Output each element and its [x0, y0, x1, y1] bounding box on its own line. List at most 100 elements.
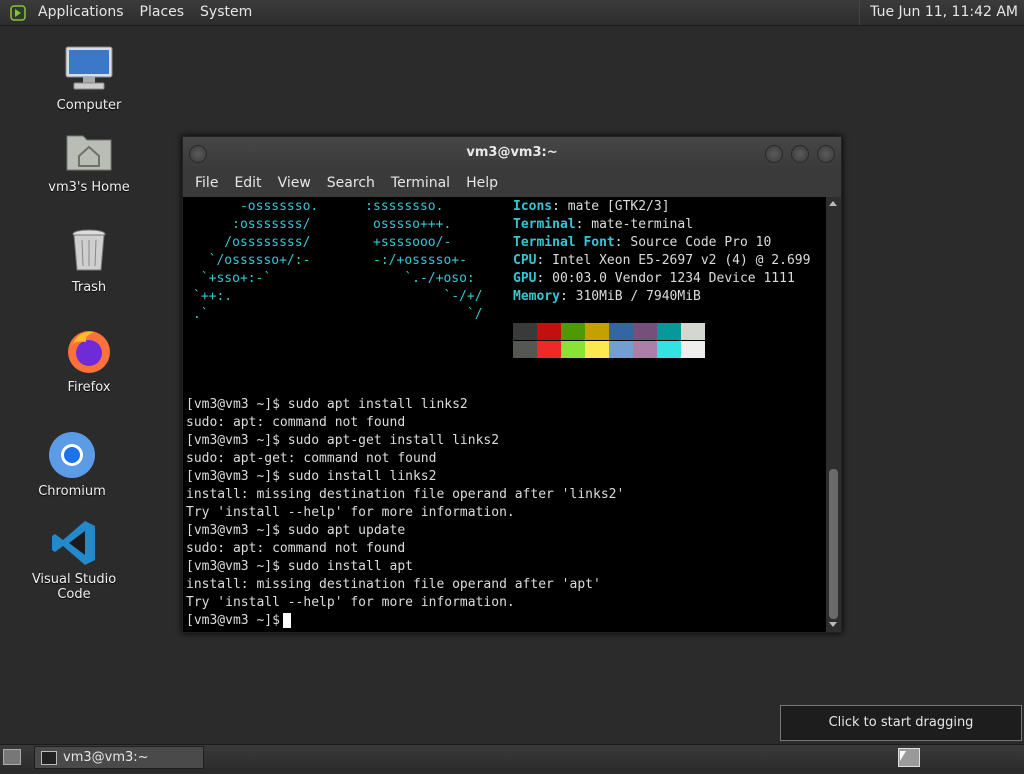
palette-swatch — [585, 323, 609, 340]
info-key: CPU — [513, 253, 537, 268]
terminal-menubar: File Edit View Search Terminal Help — [183, 169, 841, 197]
output-line: Try 'install --help' for more informatio… — [186, 505, 515, 520]
output-line: sudo: apt: command not found — [186, 415, 406, 430]
info-line: Icons: mate [GTK2/3] — [513, 198, 670, 216]
prompt-line: [vm3@vm3 ~]$ — [186, 612, 291, 630]
info-value: : Source Code Pro 10 — [614, 235, 772, 250]
output-line: [vm3@vm3 ~]$ sudo apt-get install links2 — [186, 433, 500, 448]
palette-swatch — [513, 323, 537, 340]
computer-icon — [65, 46, 113, 90]
chromium-icon — [49, 432, 95, 478]
terminal-output[interactable]: -osssssso. :ssssssso. :osssssss/ osssso+… — [183, 197, 826, 632]
output-line: install: missing destination file operan… — [186, 577, 601, 592]
scrollbar[interactable] — [826, 197, 841, 632]
maximize-button[interactable] — [791, 145, 809, 163]
minimize-button[interactable] — [765, 145, 783, 163]
desktop-icon-computer[interactable]: Computer — [34, 44, 144, 113]
close-button[interactable] — [817, 145, 835, 163]
output-line: install: missing destination file operan… — [186, 487, 625, 502]
desktop-icon-label: Computer — [56, 98, 122, 113]
menu-terminal[interactable]: Terminal — [383, 175, 458, 191]
desktop-icon-chromium[interactable]: Chromium — [17, 430, 127, 499]
menu-file[interactable]: File — [187, 175, 226, 191]
home-folder-icon — [66, 135, 112, 171]
logo-line: `++:. `-/+/ — [193, 289, 483, 304]
logo-line: `/ossssso+/:- -:/+osssso+- — [193, 253, 467, 268]
taskbar-window-button[interactable]: vm3@vm3:~ — [34, 746, 204, 769]
desktop-icon-label: vm3's Home — [48, 180, 130, 195]
desktop-icon-label: Trash — [71, 280, 107, 295]
firefox-icon — [68, 331, 110, 373]
window-titlebar[interactable]: vm3@vm3:~ — [183, 137, 841, 169]
logo-line: :osssssss/ osssso+++. — [193, 217, 452, 232]
output-line: sudo: apt: command not found — [186, 541, 406, 556]
palette-swatch — [681, 341, 705, 358]
info-line: Terminal Font: Source Code Pro 10 — [513, 234, 771, 252]
terminal-icon — [41, 750, 57, 765]
palette-swatch — [657, 341, 681, 358]
palette-swatch — [633, 341, 657, 358]
clock[interactable]: Tue Jun 11, 11:42 AM — [859, 0, 1024, 25]
info-key: GPU — [513, 271, 537, 286]
palette-swatch — [561, 341, 585, 358]
info-value: : Intel Xeon E5-2697 v2 (4) @ 2.699 — [536, 253, 811, 268]
scrollbar-thumb[interactable] — [829, 469, 838, 619]
info-key: Terminal Font — [513, 235, 615, 250]
output-line: [vm3@vm3 ~]$ sudo apt install links2 — [186, 397, 468, 412]
palette-swatch — [561, 323, 585, 340]
logo-line: .` `/ — [193, 307, 483, 322]
desktop-icon-label: Firefox — [67, 380, 111, 395]
vscode-icon — [52, 521, 95, 565]
menu-search[interactable]: Search — [319, 175, 383, 191]
places-menu[interactable]: Places — [132, 0, 193, 25]
info-value: : 310MiB / 7940MiB — [559, 289, 701, 304]
info-key: Memory — [513, 289, 560, 304]
desktop-icon-label: Visual Studio Code — [31, 572, 117, 602]
menu-help[interactable]: Help — [458, 175, 506, 191]
output-line: [vm3@vm3 ~]$ sudo install apt — [186, 559, 413, 574]
top-panel: Applications Places System Tue Jun 11, 1… — [0, 0, 1024, 26]
desktop-icon-trash[interactable]: Trash — [34, 226, 144, 295]
applications-menu[interactable]: Applications — [30, 0, 132, 25]
palette-swatch — [609, 341, 633, 358]
text-cursor — [282, 613, 291, 628]
palette-swatch — [585, 341, 609, 358]
palette-swatch — [537, 341, 561, 358]
shell-prompt: [vm3@vm3 ~]$ — [186, 613, 280, 628]
output-line: [vm3@vm3 ~]$ sudo install links2 — [186, 469, 437, 484]
logo-line: /ossssssss/ +ssssooo/- — [193, 235, 452, 250]
desktop-icon-home[interactable]: vm3's Home — [34, 126, 144, 195]
desktop-icon-vscode[interactable]: Visual Studio Code — [19, 518, 129, 602]
palette-swatch — [609, 323, 633, 340]
mate-logo-icon[interactable] — [10, 4, 26, 21]
terminal-window[interactable]: vm3@vm3:~ File Edit View Search Terminal… — [182, 136, 842, 633]
palette-swatch — [681, 323, 705, 340]
info-line: Memory: 310MiB / 7940MiB — [513, 288, 701, 306]
menu-view[interactable]: View — [270, 175, 319, 191]
drag-tooltip: Click to start dragging "vm3@vm3:~" — [780, 705, 1022, 764]
taskbar-window-label: vm3@vm3:~ — [63, 750, 149, 765]
output-line: sudo: apt-get: command not found — [186, 451, 437, 466]
bottom-panel: vm3@vm3:~ — [0, 744, 1024, 769]
system-menu[interactable]: System — [192, 0, 260, 25]
info-value: : 00:03.0 Vendor 1234 Device 1111 — [536, 271, 795, 286]
info-key: Icons — [513, 199, 553, 214]
menu-edit[interactable]: Edit — [226, 175, 269, 191]
palette-swatch — [657, 323, 681, 340]
show-desktop-icon[interactable] — [3, 749, 21, 765]
info-value: : mate-terminal — [575, 217, 694, 232]
logo-line: -osssssso. :ssssssso. — [193, 199, 444, 214]
scroll-up-icon[interactable] — [829, 201, 837, 206]
scroll-down-icon[interactable] — [829, 622, 837, 627]
info-value: : mate [GTK2/3] — [552, 199, 670, 214]
output-line: [vm3@vm3 ~]$ sudo apt update — [186, 523, 406, 538]
desktop-icon-firefox[interactable]: Firefox — [34, 326, 144, 395]
output-line: Try 'install --help' for more informatio… — [186, 595, 515, 610]
palette-swatch — [633, 323, 657, 340]
info-key: Terminal — [513, 217, 576, 232]
info-line: GPU: 00:03.0 Vendor 1234 Device 1111 — [513, 270, 795, 288]
info-line: Terminal: mate-terminal — [513, 216, 693, 234]
window-title: vm3@vm3:~ — [466, 145, 558, 160]
palette-swatch — [537, 323, 561, 340]
info-line: CPU: Intel Xeon E5-2697 v2 (4) @ 2.699 — [513, 252, 810, 270]
